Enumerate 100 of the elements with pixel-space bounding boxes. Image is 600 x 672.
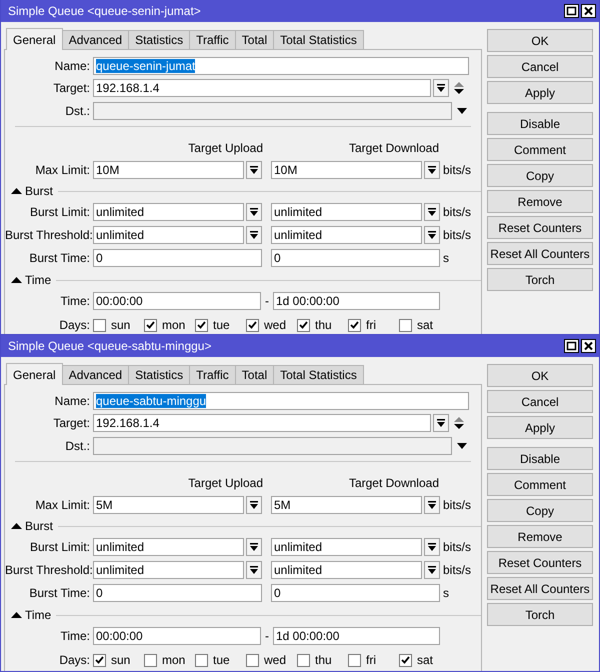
dialog-button[interactable]: Apply [487, 81, 593, 104]
dialog-button[interactable]: Torch [487, 268, 593, 291]
dialog-button[interactable]: Remove [487, 190, 593, 213]
download-field[interactable]: 10M [271, 161, 422, 179]
dialog-button[interactable]: Remove [487, 525, 593, 548]
dst-field[interactable] [93, 437, 452, 455]
close-icon[interactable] [581, 4, 596, 18]
dropdown-button[interactable] [424, 561, 440, 579]
dropdown-button[interactable] [246, 203, 262, 221]
dropdown-button[interactable] [424, 538, 440, 556]
collapse-triangle-icon[interactable] [11, 188, 22, 194]
dropdown-button[interactable] [424, 203, 440, 221]
checkbox[interactable] [144, 318, 157, 332]
download-field[interactable]: unlimited [271, 203, 422, 221]
dialog-button[interactable]: Reset Counters [487, 551, 593, 574]
dropdown-button[interactable] [246, 538, 262, 556]
day-checkbox[interactable]: sun [93, 653, 144, 667]
up-down-arrows-icon[interactable] [454, 417, 464, 429]
upload-field[interactable]: 5M [93, 496, 244, 514]
dialog-button[interactable]: Copy [487, 164, 593, 187]
dropdown-button[interactable] [424, 161, 440, 179]
name-field[interactable]: queue-senin-jumat [93, 57, 469, 75]
dialog-button[interactable]: Torch [487, 603, 593, 626]
checkbox[interactable] [246, 654, 259, 666]
checkbox[interactable] [297, 654, 310, 666]
dropdown-button[interactable] [246, 561, 262, 579]
checkbox[interactable] [399, 318, 412, 332]
tab[interactable]: Advanced [62, 365, 130, 385]
upload-field[interactable]: unlimited [93, 226, 244, 244]
checkbox[interactable] [246, 318, 259, 332]
day-checkbox[interactable]: tue [195, 318, 246, 332]
upload-field[interactable]: unlimited [93, 561, 244, 579]
tab[interactable]: Statistics [128, 365, 190, 385]
maximize-icon[interactable] [564, 339, 579, 353]
dropdown-button[interactable] [424, 496, 440, 514]
time-to-field[interactable]: 1d 00:00:00 [273, 627, 440, 645]
target-field[interactable]: 192.168.1.4 [93, 414, 431, 432]
tab[interactable]: Statistics [128, 30, 190, 50]
collapse-triangle-icon[interactable] [11, 612, 22, 618]
day-checkbox[interactable]: sat [399, 318, 450, 332]
name-field[interactable]: queue-sabtu-minggu [93, 392, 469, 410]
dialog-button[interactable]: Reset Counters [487, 216, 593, 239]
dialog-button[interactable]: Reset All Counters [487, 242, 593, 265]
day-checkbox[interactable]: mon [144, 318, 195, 332]
checkbox[interactable] [399, 654, 412, 666]
checkbox[interactable] [348, 318, 361, 332]
dialog-button[interactable]: Comment [487, 473, 593, 496]
up-down-arrows-icon[interactable] [454, 82, 464, 94]
dst-field[interactable] [93, 102, 452, 120]
day-checkbox[interactable]: wed [246, 318, 297, 332]
upload-field[interactable]: 0 [93, 249, 262, 267]
checkbox[interactable] [93, 318, 106, 332]
tab[interactable]: General [6, 363, 63, 385]
upload-field[interactable]: 0 [93, 584, 262, 602]
checkbox[interactable] [93, 654, 106, 666]
tab[interactable]: Total [234, 365, 274, 385]
dialog-button[interactable]: Cancel [487, 390, 593, 413]
download-field[interactable]: unlimited [271, 561, 422, 579]
collapse-triangle-icon[interactable] [11, 522, 22, 530]
dialog-button[interactable]: Disable [487, 112, 593, 135]
dialog-button[interactable]: Cancel [487, 55, 593, 78]
day-checkbox[interactable]: fri [348, 318, 399, 332]
day-checkbox[interactable]: fri [348, 653, 399, 667]
close-icon[interactable] [581, 339, 596, 353]
day-checkbox[interactable]: thu [297, 318, 348, 332]
tab[interactable]: General [6, 28, 63, 50]
dropdown-button[interactable] [433, 414, 449, 432]
collapse-triangle-icon[interactable] [11, 276, 22, 284]
dialog-button[interactable]: Reset All Counters [487, 577, 593, 600]
dialog-button[interactable]: OK [487, 364, 593, 387]
dropdown-button[interactable] [424, 226, 440, 244]
checkbox[interactable] [348, 654, 361, 666]
checkbox[interactable] [297, 318, 310, 332]
time-from-field[interactable]: 00:00:00 [93, 627, 261, 645]
day-checkbox[interactable]: tue [195, 653, 246, 667]
dropdown-arrow-icon[interactable] [457, 443, 467, 449]
dropdown-arrow-icon[interactable] [457, 108, 467, 114]
dialog-button[interactable]: OK [487, 29, 593, 52]
day-checkbox[interactable]: thu [297, 653, 348, 667]
download-field[interactable]: unlimited [271, 538, 422, 556]
dialog-button[interactable]: Copy [487, 499, 593, 522]
dialog-button[interactable]: Apply [487, 416, 593, 439]
time-to-field[interactable]: 1d 00:00:00 [273, 292, 440, 310]
checkbox[interactable] [195, 654, 208, 666]
day-checkbox[interactable]: sat [399, 653, 450, 667]
dialog-button[interactable]: Comment [487, 138, 593, 161]
download-field[interactable]: 5M [271, 496, 422, 514]
checkbox[interactable] [195, 318, 208, 332]
download-field[interactable]: 0 [271, 584, 440, 602]
tab[interactable]: Total Statistics [273, 365, 364, 385]
day-checkbox[interactable]: sun [93, 318, 144, 332]
tab[interactable]: Total [234, 30, 274, 50]
time-from-field[interactable]: 00:00:00 [93, 292, 261, 310]
target-field[interactable]: 192.168.1.4 [93, 79, 431, 97]
dropdown-button[interactable] [246, 496, 262, 514]
upload-field[interactable]: unlimited [93, 538, 244, 556]
tab[interactable]: Traffic [189, 365, 236, 385]
download-field[interactable]: 0 [271, 249, 440, 267]
tab[interactable]: Total Statistics [273, 30, 364, 50]
dialog-button[interactable]: Disable [487, 447, 593, 470]
